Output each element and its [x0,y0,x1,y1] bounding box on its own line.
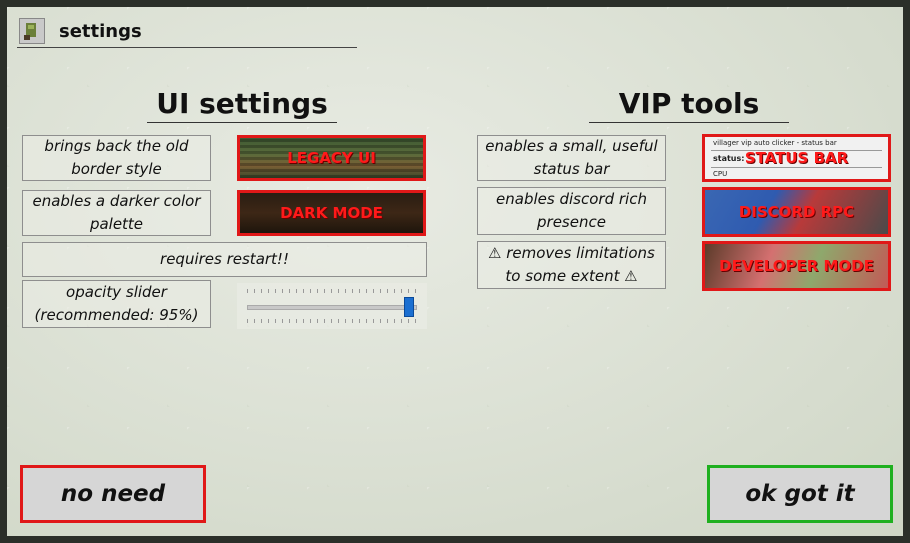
legacy-ui-label: LEGACY UI [287,149,376,167]
status-bar-label: STATUS BAR [744,149,849,167]
vip-tools-heading: VIP tools [589,87,789,123]
discord-description: enables discord rich presence [477,187,666,235]
dark-mode-button[interactable]: DARK MODE [237,190,426,236]
dark-mode-description: enables a darker color palette [22,190,211,236]
developer-mode-label: DEVELOPER MODE [719,257,874,275]
ok-got-it-button[interactable]: ok got it [707,465,893,523]
slider-track [247,305,417,310]
restart-note: requires restart!! [22,242,427,277]
discord-rpc-label: DISCORD RPC [738,203,855,221]
legacy-ui-description: brings back the old border style [22,135,211,181]
developer-mode-button[interactable]: DEVELOPER MODE [702,241,891,291]
status-bar-description: enables a small, useful status bar [477,135,666,181]
status-preview-cpu: CPU [713,170,728,178]
discord-rpc-button[interactable]: DISCORD RPC [702,187,891,237]
app-icon [19,18,45,44]
slider-ticks-top [247,289,417,293]
title-bar: settings [17,17,357,48]
slider-thumb[interactable] [403,297,414,317]
slider-ticks-bottom [247,319,417,323]
developer-description: ⚠ removes limitations to some extent ⚠ [477,241,666,289]
window-title: settings [59,21,142,42]
dark-mode-label: DARK MODE [280,204,383,222]
status-preview-title: villager vip auto clicker - status bar [713,139,837,147]
opacity-description: opacity slider (recommended: 95%) [22,280,211,328]
opacity-slider[interactable] [237,283,427,329]
no-need-button[interactable]: no need [20,465,206,523]
status-bar-button[interactable]: villager vip auto clicker - status bar s… [702,134,891,182]
status-preview-status: status: [713,154,745,163]
ui-settings-heading: UI settings [147,87,337,123]
status-preview-divider-2 [711,167,882,168]
settings-window: settings UI settings brings back the old… [7,7,903,536]
legacy-ui-button[interactable]: LEGACY UI [237,135,426,181]
